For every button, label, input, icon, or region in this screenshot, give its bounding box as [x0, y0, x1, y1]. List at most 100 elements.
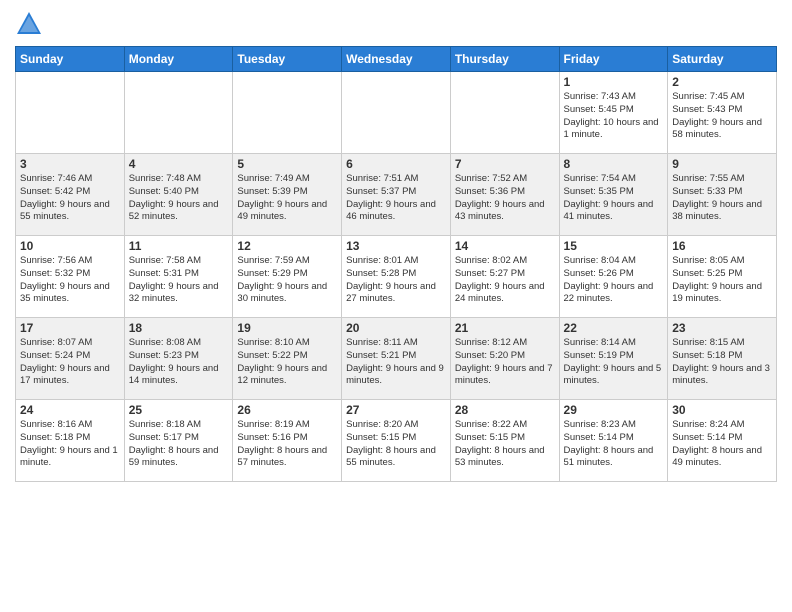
day-of-week-header: Tuesday [233, 47, 342, 72]
calendar-cell: 13 Sunrise: 8:01 AM Sunset: 5:28 PM Dayli… [342, 236, 451, 318]
day-info: Sunrise: 8:23 AM Sunset: 5:14 PM Dayligh… [564, 419, 664, 470]
day-info: Sunrise: 7:52 AM Sunset: 5:36 PM Dayligh… [455, 173, 555, 224]
day-info: Sunrise: 8:20 AM Sunset: 5:15 PM Dayligh… [346, 419, 446, 470]
calendar: SundayMondayTuesdayWednesdayThursdayFrid… [15, 46, 777, 482]
day-number: 2 [672, 75, 772, 89]
day-info: Sunrise: 7:45 AM Sunset: 5:43 PM Dayligh… [672, 91, 772, 142]
day-info: Sunrise: 8:05 AM Sunset: 5:25 PM Dayligh… [672, 255, 772, 306]
day-info: Sunrise: 8:18 AM Sunset: 5:17 PM Dayligh… [129, 419, 229, 470]
page: SundayMondayTuesdayWednesdayThursdayFrid… [0, 0, 792, 612]
day-info: Sunrise: 8:12 AM Sunset: 5:20 PM Dayligh… [455, 337, 555, 388]
day-of-week-header: Thursday [450, 47, 559, 72]
day-info: Sunrise: 7:46 AM Sunset: 5:42 PM Dayligh… [20, 173, 120, 224]
day-of-week-header: Saturday [668, 47, 777, 72]
day-number: 17 [20, 321, 120, 335]
day-info: Sunrise: 7:43 AM Sunset: 5:45 PM Dayligh… [564, 91, 664, 142]
day-info: Sunrise: 8:22 AM Sunset: 5:15 PM Dayligh… [455, 419, 555, 470]
day-of-week-header: Monday [124, 47, 233, 72]
calendar-cell: 7 Sunrise: 7:52 AM Sunset: 5:36 PM Daylig… [450, 154, 559, 236]
calendar-cell: 29 Sunrise: 8:23 AM Sunset: 5:14 PM Dayli… [559, 400, 668, 482]
calendar-cell: 15 Sunrise: 8:04 AM Sunset: 5:26 PM Dayli… [559, 236, 668, 318]
calendar-week-row: 1 Sunrise: 7:43 AM Sunset: 5:45 PM Daylig… [16, 72, 777, 154]
calendar-cell: 17 Sunrise: 8:07 AM Sunset: 5:24 PM Dayli… [16, 318, 125, 400]
calendar-cell: 3 Sunrise: 7:46 AM Sunset: 5:42 PM Daylig… [16, 154, 125, 236]
day-number: 5 [237, 157, 337, 171]
day-number: 27 [346, 403, 446, 417]
day-number: 8 [564, 157, 664, 171]
calendar-cell [16, 72, 125, 154]
day-number: 13 [346, 239, 446, 253]
calendar-cell: 21Sunrise: 8:12 AM Sunset: 5:20 PM Dayli… [450, 318, 559, 400]
calendar-cell: 18 Sunrise: 8:08 AM Sunset: 5:23 PM Dayli… [124, 318, 233, 400]
calendar-cell: 14Sunrise: 8:02 AM Sunset: 5:27 PM Dayli… [450, 236, 559, 318]
calendar-week-row: 10 Sunrise: 7:56 AM Sunset: 5:32 PM Dayli… [16, 236, 777, 318]
day-number: 9 [672, 157, 772, 171]
logo [15, 10, 47, 38]
day-info: Sunrise: 7:55 AM Sunset: 5:33 PM Dayligh… [672, 173, 772, 224]
day-of-week-header: Friday [559, 47, 668, 72]
calendar-cell: 11Sunrise: 7:58 AM Sunset: 5:31 PM Dayli… [124, 236, 233, 318]
day-number: 25 [129, 403, 229, 417]
calendar-cell: 6 Sunrise: 7:51 AM Sunset: 5:37 PM Daylig… [342, 154, 451, 236]
calendar-cell: 28Sunrise: 8:22 AM Sunset: 5:15 PM Dayli… [450, 400, 559, 482]
day-info: Sunrise: 8:01 AM Sunset: 5:28 PM Dayligh… [346, 255, 446, 306]
day-info: Sunrise: 7:48 AM Sunset: 5:40 PM Dayligh… [129, 173, 229, 224]
day-info: Sunrise: 7:51 AM Sunset: 5:37 PM Dayligh… [346, 173, 446, 224]
calendar-week-row: 3 Sunrise: 7:46 AM Sunset: 5:42 PM Daylig… [16, 154, 777, 236]
day-of-week-header: Sunday [16, 47, 125, 72]
day-number: 6 [346, 157, 446, 171]
day-number: 23 [672, 321, 772, 335]
day-number: 19 [237, 321, 337, 335]
day-info: Sunrise: 8:02 AM Sunset: 5:27 PM Dayligh… [455, 255, 555, 306]
day-info: Sunrise: 8:14 AM Sunset: 5:19 PM Dayligh… [564, 337, 664, 388]
day-info: Sunrise: 7:59 AM Sunset: 5:29 PM Dayligh… [237, 255, 337, 306]
day-number: 7 [455, 157, 555, 171]
day-number: 22 [564, 321, 664, 335]
calendar-cell: 27 Sunrise: 8:20 AM Sunset: 5:15 PM Dayli… [342, 400, 451, 482]
calendar-week-row: 17 Sunrise: 8:07 AM Sunset: 5:24 PM Dayli… [16, 318, 777, 400]
calendar-cell [124, 72, 233, 154]
calendar-cell: 1 Sunrise: 7:43 AM Sunset: 5:45 PM Daylig… [559, 72, 668, 154]
calendar-cell: 19Sunrise: 8:10 AM Sunset: 5:22 PM Dayli… [233, 318, 342, 400]
day-number: 15 [564, 239, 664, 253]
logo-icon [15, 10, 43, 38]
day-number: 3 [20, 157, 120, 171]
calendar-week-row: 24 Sunrise: 8:16 AM Sunset: 5:18 PM Dayli… [16, 400, 777, 482]
day-info: Sunrise: 8:07 AM Sunset: 5:24 PM Dayligh… [20, 337, 120, 388]
day-number: 4 [129, 157, 229, 171]
calendar-cell: 8 Sunrise: 7:54 AM Sunset: 5:35 PM Daylig… [559, 154, 668, 236]
calendar-cell: 30Sunrise: 8:24 AM Sunset: 5:14 PM Dayli… [668, 400, 777, 482]
day-of-week-header: Wednesday [342, 47, 451, 72]
calendar-cell: 24 Sunrise: 8:16 AM Sunset: 5:18 PM Dayli… [16, 400, 125, 482]
day-info: Sunrise: 7:54 AM Sunset: 5:35 PM Dayligh… [564, 173, 664, 224]
calendar-cell: 5 Sunrise: 7:49 AM Sunset: 5:39 PM Daylig… [233, 154, 342, 236]
calendar-cell: 12 Sunrise: 7:59 AM Sunset: 5:29 PM Dayli… [233, 236, 342, 318]
day-info: Sunrise: 8:11 AM Sunset: 5:21 PM Dayligh… [346, 337, 446, 388]
day-number: 1 [564, 75, 664, 89]
calendar-cell: 20Sunrise: 8:11 AM Sunset: 5:21 PM Dayli… [342, 318, 451, 400]
day-number: 24 [20, 403, 120, 417]
header [15, 10, 777, 38]
day-number: 18 [129, 321, 229, 335]
calendar-cell: 25 Sunrise: 8:18 AM Sunset: 5:17 PM Dayli… [124, 400, 233, 482]
day-number: 30 [672, 403, 772, 417]
day-info: Sunrise: 8:15 AM Sunset: 5:18 PM Dayligh… [672, 337, 772, 388]
day-info: Sunrise: 8:08 AM Sunset: 5:23 PM Dayligh… [129, 337, 229, 388]
day-info: Sunrise: 8:16 AM Sunset: 5:18 PM Dayligh… [20, 419, 120, 470]
calendar-header-row: SundayMondayTuesdayWednesdayThursdayFrid… [16, 47, 777, 72]
day-info: Sunrise: 7:56 AM Sunset: 5:32 PM Dayligh… [20, 255, 120, 306]
day-info: Sunrise: 8:04 AM Sunset: 5:26 PM Dayligh… [564, 255, 664, 306]
calendar-cell: 9 Sunrise: 7:55 AM Sunset: 5:33 PM Daylig… [668, 154, 777, 236]
day-number: 16 [672, 239, 772, 253]
day-number: 10 [20, 239, 120, 253]
calendar-cell: 26Sunrise: 8:19 AM Sunset: 5:16 PM Dayli… [233, 400, 342, 482]
day-number: 12 [237, 239, 337, 253]
calendar-cell: 23 Sunrise: 8:15 AM Sunset: 5:18 PM Dayli… [668, 318, 777, 400]
calendar-cell [342, 72, 451, 154]
day-info: Sunrise: 7:58 AM Sunset: 5:31 PM Dayligh… [129, 255, 229, 306]
calendar-cell [233, 72, 342, 154]
day-info: Sunrise: 7:49 AM Sunset: 5:39 PM Dayligh… [237, 173, 337, 224]
day-number: 29 [564, 403, 664, 417]
calendar-cell [450, 72, 559, 154]
calendar-cell: 10 Sunrise: 7:56 AM Sunset: 5:32 PM Dayli… [16, 236, 125, 318]
